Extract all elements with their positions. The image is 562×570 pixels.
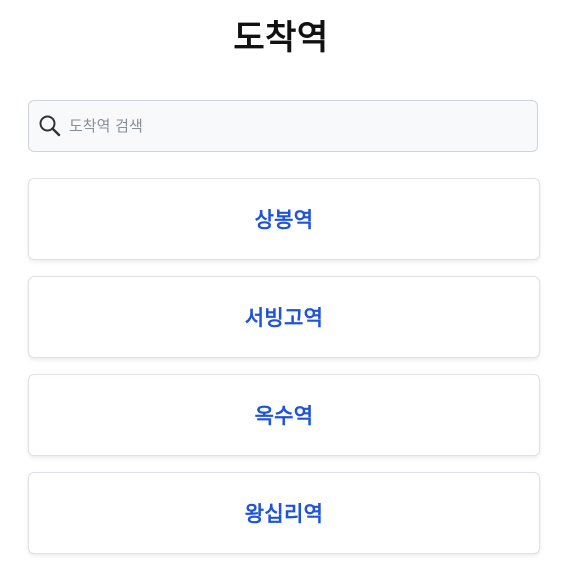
station-label: 왕십리역 — [244, 502, 324, 526]
search-box[interactable] — [28, 100, 538, 152]
station-label: 옥수역 — [254, 404, 314, 428]
station-label: 상봉역 — [254, 208, 314, 232]
station-item-seobinggo[interactable]: 서빙고역 — [28, 276, 540, 358]
station-list: 상봉역 서빙고역 옥수역 왕십리역 — [28, 178, 540, 570]
page-title: 도착역 — [233, 18, 329, 58]
station-item-wangsimni[interactable]: 왕십리역 — [28, 472, 540, 554]
station-item-sangbong[interactable]: 상봉역 — [28, 178, 540, 260]
station-label: 서빙고역 — [244, 306, 324, 330]
search-icon — [38, 114, 62, 138]
station-item-oksu[interactable]: 옥수역 — [28, 374, 540, 456]
search-input[interactable] — [69, 111, 509, 141]
